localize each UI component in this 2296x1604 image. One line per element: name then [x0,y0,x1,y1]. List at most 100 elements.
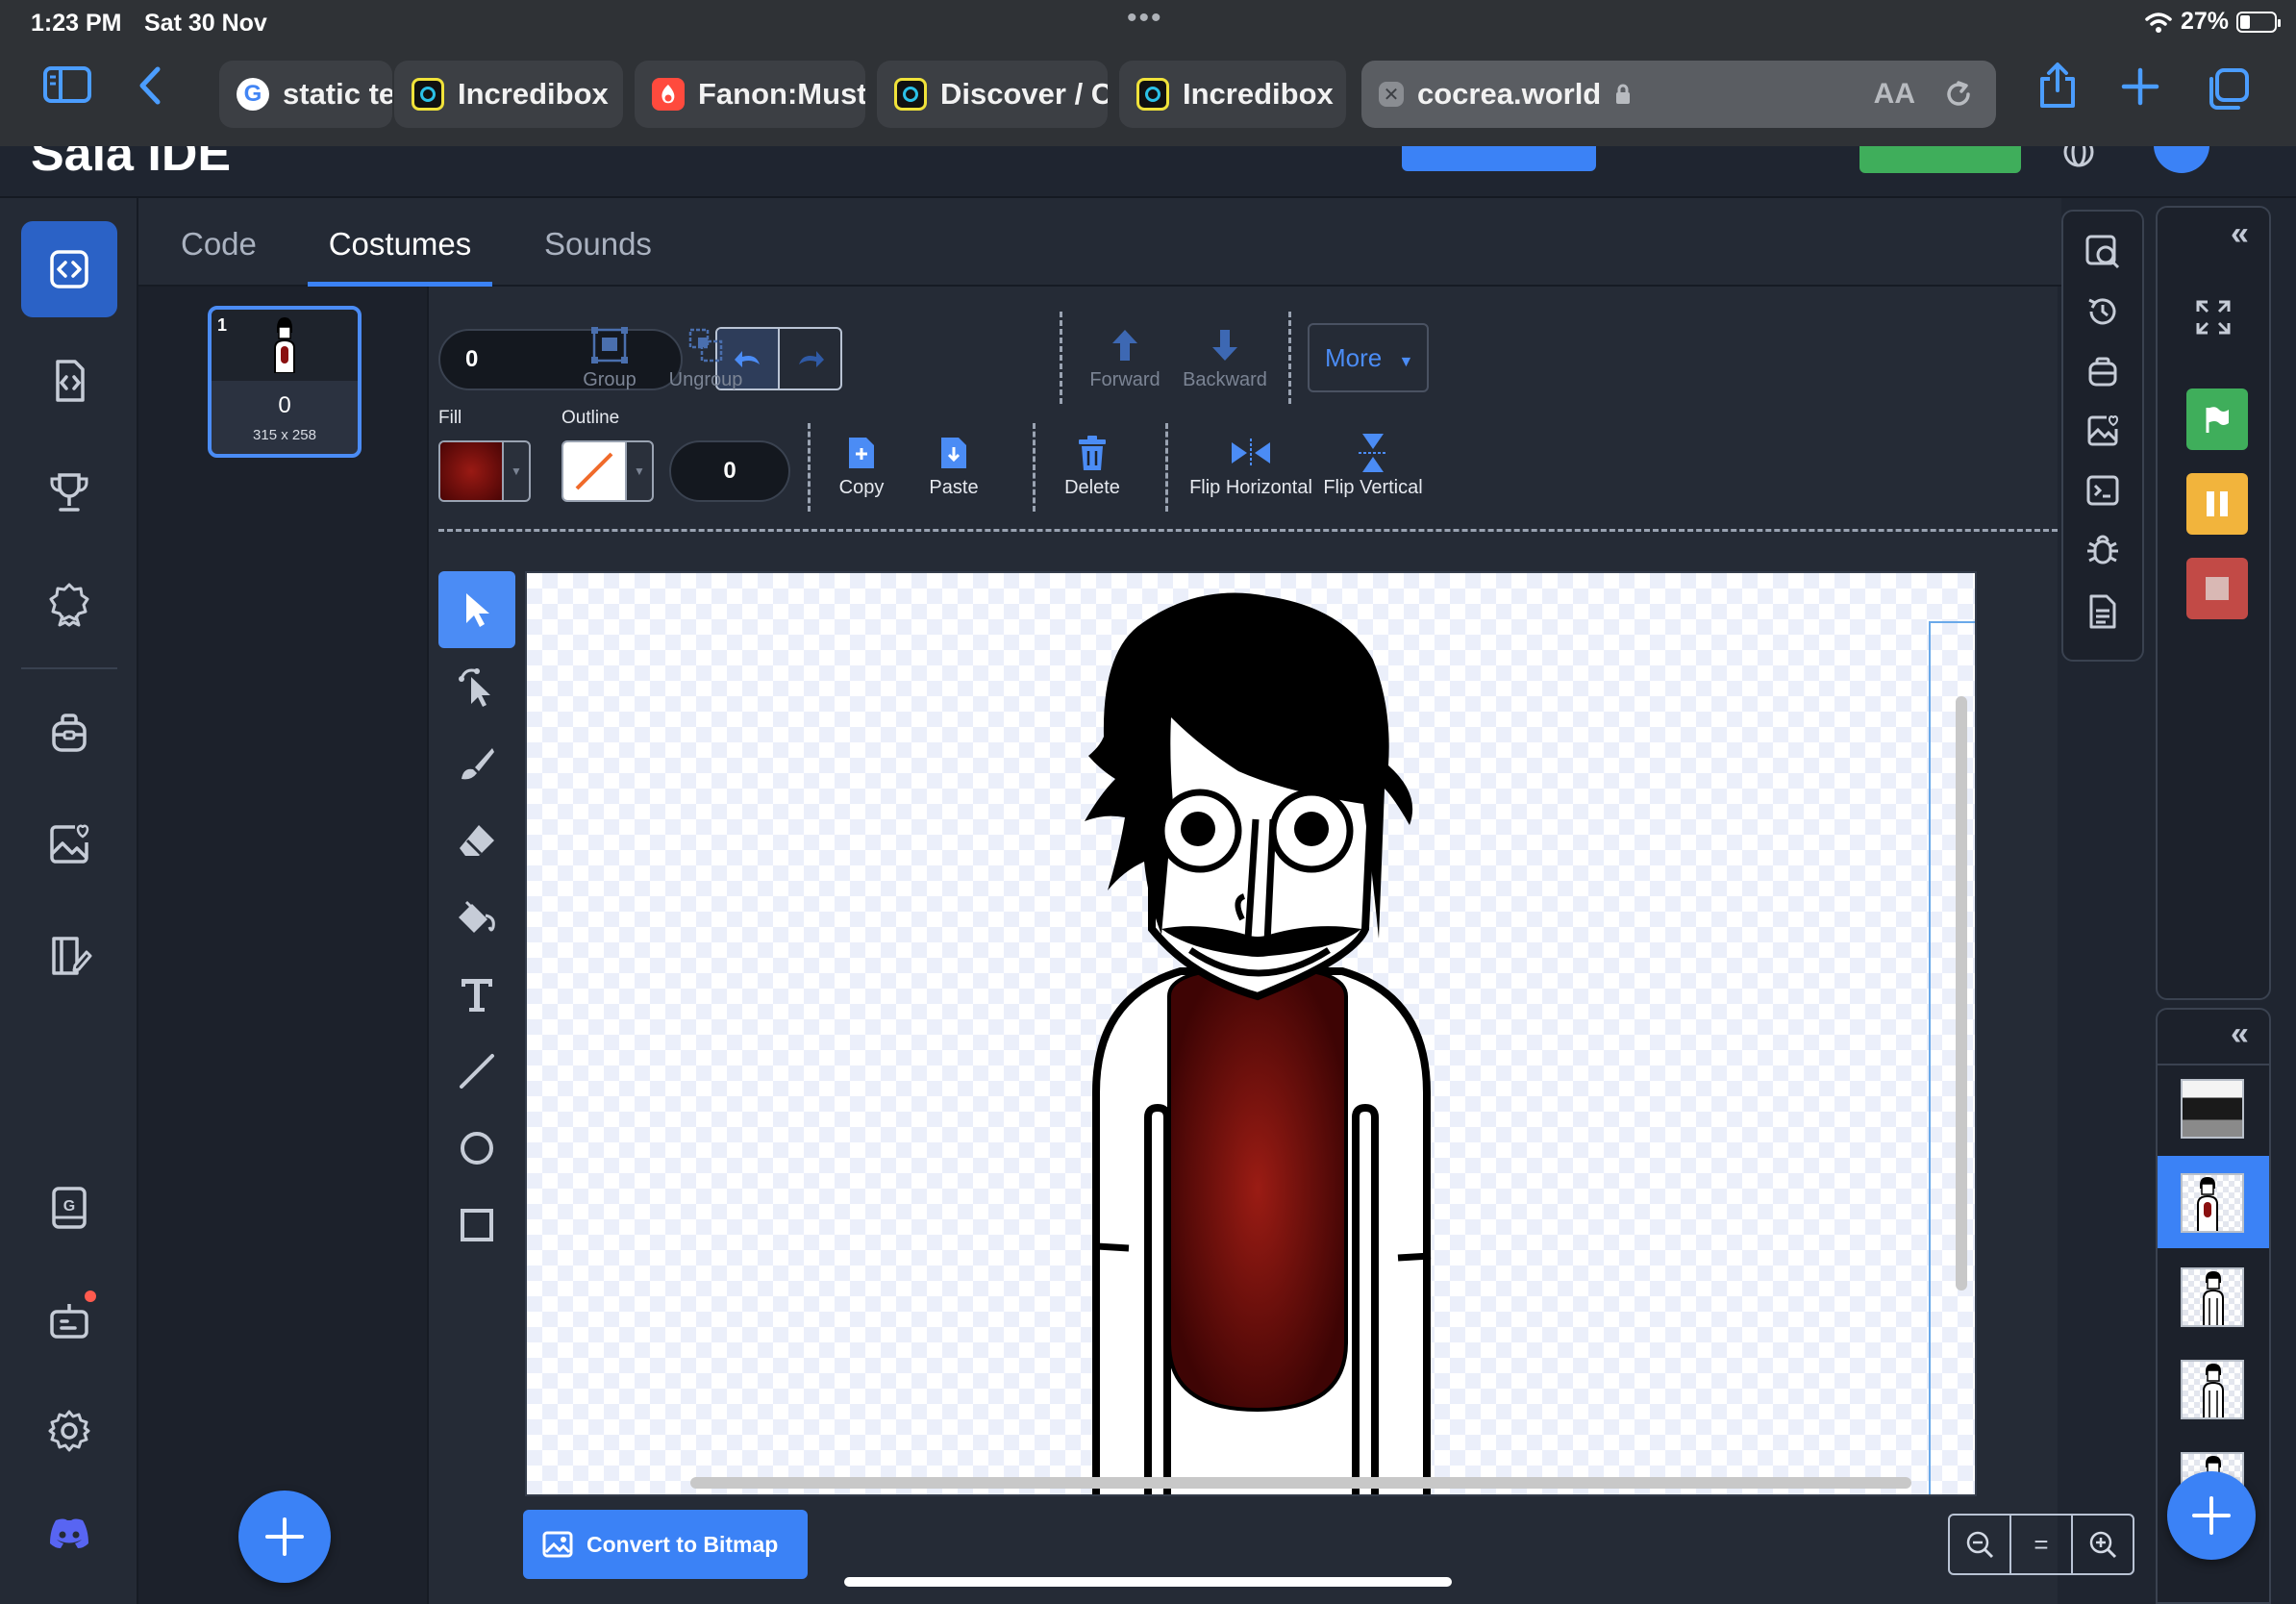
delete-button[interactable]: Delete [1052,429,1133,499]
flip-horizontal-button[interactable]: Flip Horizontal [1188,429,1313,499]
nav-code-files[interactable] [21,333,117,429]
redo-button[interactable] [780,329,840,388]
reload-icon[interactable] [1942,78,1975,111]
asset-button[interactable] [2084,412,2122,450]
tab-costumes[interactable]: Costumes [308,198,492,287]
costume-card[interactable]: 1 0 315 x 258 [208,306,362,458]
close-tab-icon[interactable]: ✕ [1379,82,1404,107]
nav-code-editor[interactable] [21,221,117,317]
nav-challenges[interactable] [21,444,117,540]
group-button[interactable]: Group [571,321,648,391]
text-icon [462,979,492,1012]
browser-tab[interactable]: Discover / C [877,61,1108,128]
sprite-item-selected[interactable] [2181,1173,2244,1233]
nav-tutorials[interactable] [21,908,117,1004]
rectangle-tool[interactable] [438,1187,515,1264]
fill-color-picker[interactable]: ▼ [438,440,531,502]
select-tool[interactable] [438,571,515,648]
tab-title: Incredibox [1183,77,1334,111]
delete-label: Delete [1064,477,1120,498]
pause-button[interactable] [2186,473,2248,535]
backpack-button[interactable] [2084,352,2122,390]
back-icon[interactable] [135,65,163,113]
globe-icon[interactable] [2061,146,2096,169]
trash-icon [1079,436,1106,470]
nav-discord[interactable] [21,1485,117,1581]
convert-to-bitmap-button[interactable]: Convert to Bitmap [523,1510,808,1579]
text-tool[interactable] [438,956,515,1033]
multitask-dots[interactable]: ••• [1127,2,1163,35]
reshape-tool[interactable] [438,648,515,725]
add-sprite-button[interactable] [2167,1471,2256,1560]
browser-tab[interactable]: Incredibox [394,61,623,128]
share-project-button[interactable] [1402,146,1596,171]
costume-drawing[interactable] [527,573,1977,1496]
arrow-down-icon [1212,330,1237,361]
more-menu-button[interactable]: More ▼ [1308,323,1429,392]
browser-tab-active[interactable]: ✕ cocrea.world AA [1361,61,1996,128]
browser-tab[interactable]: Fanon:Must [635,61,865,128]
debug-button[interactable] [2084,531,2122,569]
nav-ai-assistant[interactable] [21,1271,117,1367]
search-code-button[interactable] [2084,233,2122,271]
fandom-icon [652,78,685,111]
console-button[interactable] [2084,471,2122,510]
tab-overview-icon[interactable] [2206,67,2250,119]
user-avatar[interactable] [2154,146,2209,173]
outline-width-input[interactable]: 0 [669,440,790,502]
stop-button[interactable] [2186,558,2248,619]
forward-button[interactable]: Forward [1081,321,1169,391]
nav-achievements[interactable] [21,556,117,652]
sprite-item[interactable] [2181,1360,2244,1419]
paste-button[interactable]: Paste [915,429,992,499]
nav-backpack[interactable] [21,685,117,781]
history-button[interactable] [2084,292,2122,331]
toolbar-divider [1288,312,1291,404]
backward-button[interactable]: Backward [1175,321,1275,391]
circle-tool[interactable] [438,1110,515,1187]
flip-vertical-button[interactable]: Flip Vertical [1321,429,1425,499]
line-tool[interactable] [438,1033,515,1110]
sprite-backdrop[interactable] [2181,1079,2244,1139]
paint-canvas[interactable] [525,571,1977,1496]
address-text[interactable]: cocrea.world [1417,77,1601,112]
backpack-icon [52,714,87,752]
browser-tab[interactable]: G static te [219,61,392,128]
reader-mode-button[interactable]: AA [1874,78,1915,111]
add-costume-button[interactable] [238,1491,331,1583]
copy-button[interactable]: Copy [823,429,900,499]
share-icon[interactable] [2036,62,2079,117]
home-indicator[interactable] [844,1577,1452,1587]
sprite-item[interactable] [2181,1267,2244,1327]
nav-guide[interactable]: G [21,1160,117,1256]
collapse-stage-icon[interactable]: « [2231,215,2249,253]
collapse-sprites-icon[interactable]: « [2231,1015,2249,1053]
character-thumbnail [274,317,295,373]
eraser-tool[interactable] [438,802,515,879]
plus-icon [2192,1496,2231,1535]
green-flag-button[interactable] [2186,388,2248,450]
stop-icon [2206,577,2229,600]
horizontal-scrollbar[interactable] [690,1477,1911,1489]
zoom-in-button[interactable] [2073,1516,2133,1573]
ungroup-button[interactable]: Ungroup [660,321,752,391]
tab-sounds[interactable]: Sounds [544,198,652,287]
notes-button[interactable] [2084,592,2122,631]
toolbar-divider [1165,423,1168,512]
sidebar-toggle-icon[interactable] [42,65,92,112]
cursor-icon [466,593,489,627]
zoom-out-button[interactable] [1950,1516,2011,1573]
outline-color-picker[interactable]: ▼ [562,440,654,502]
vertical-scrollbar[interactable] [1956,696,1967,1291]
browser-tab[interactable]: Incredibox [1119,61,1346,128]
new-tab-icon[interactable] [2121,67,2159,113]
brush-tool[interactable] [438,725,515,802]
fill-tool[interactable] [438,879,515,956]
tab-code[interactable]: Code [181,198,257,287]
nav-settings[interactable] [21,1383,117,1479]
publish-button[interactable] [1859,146,2021,173]
nav-asset-library[interactable] [21,796,117,892]
fullscreen-button[interactable] [2194,298,2233,341]
zoom-reset-button[interactable]: = [2011,1516,2073,1573]
flip-horizontal-icon [1232,439,1270,467]
